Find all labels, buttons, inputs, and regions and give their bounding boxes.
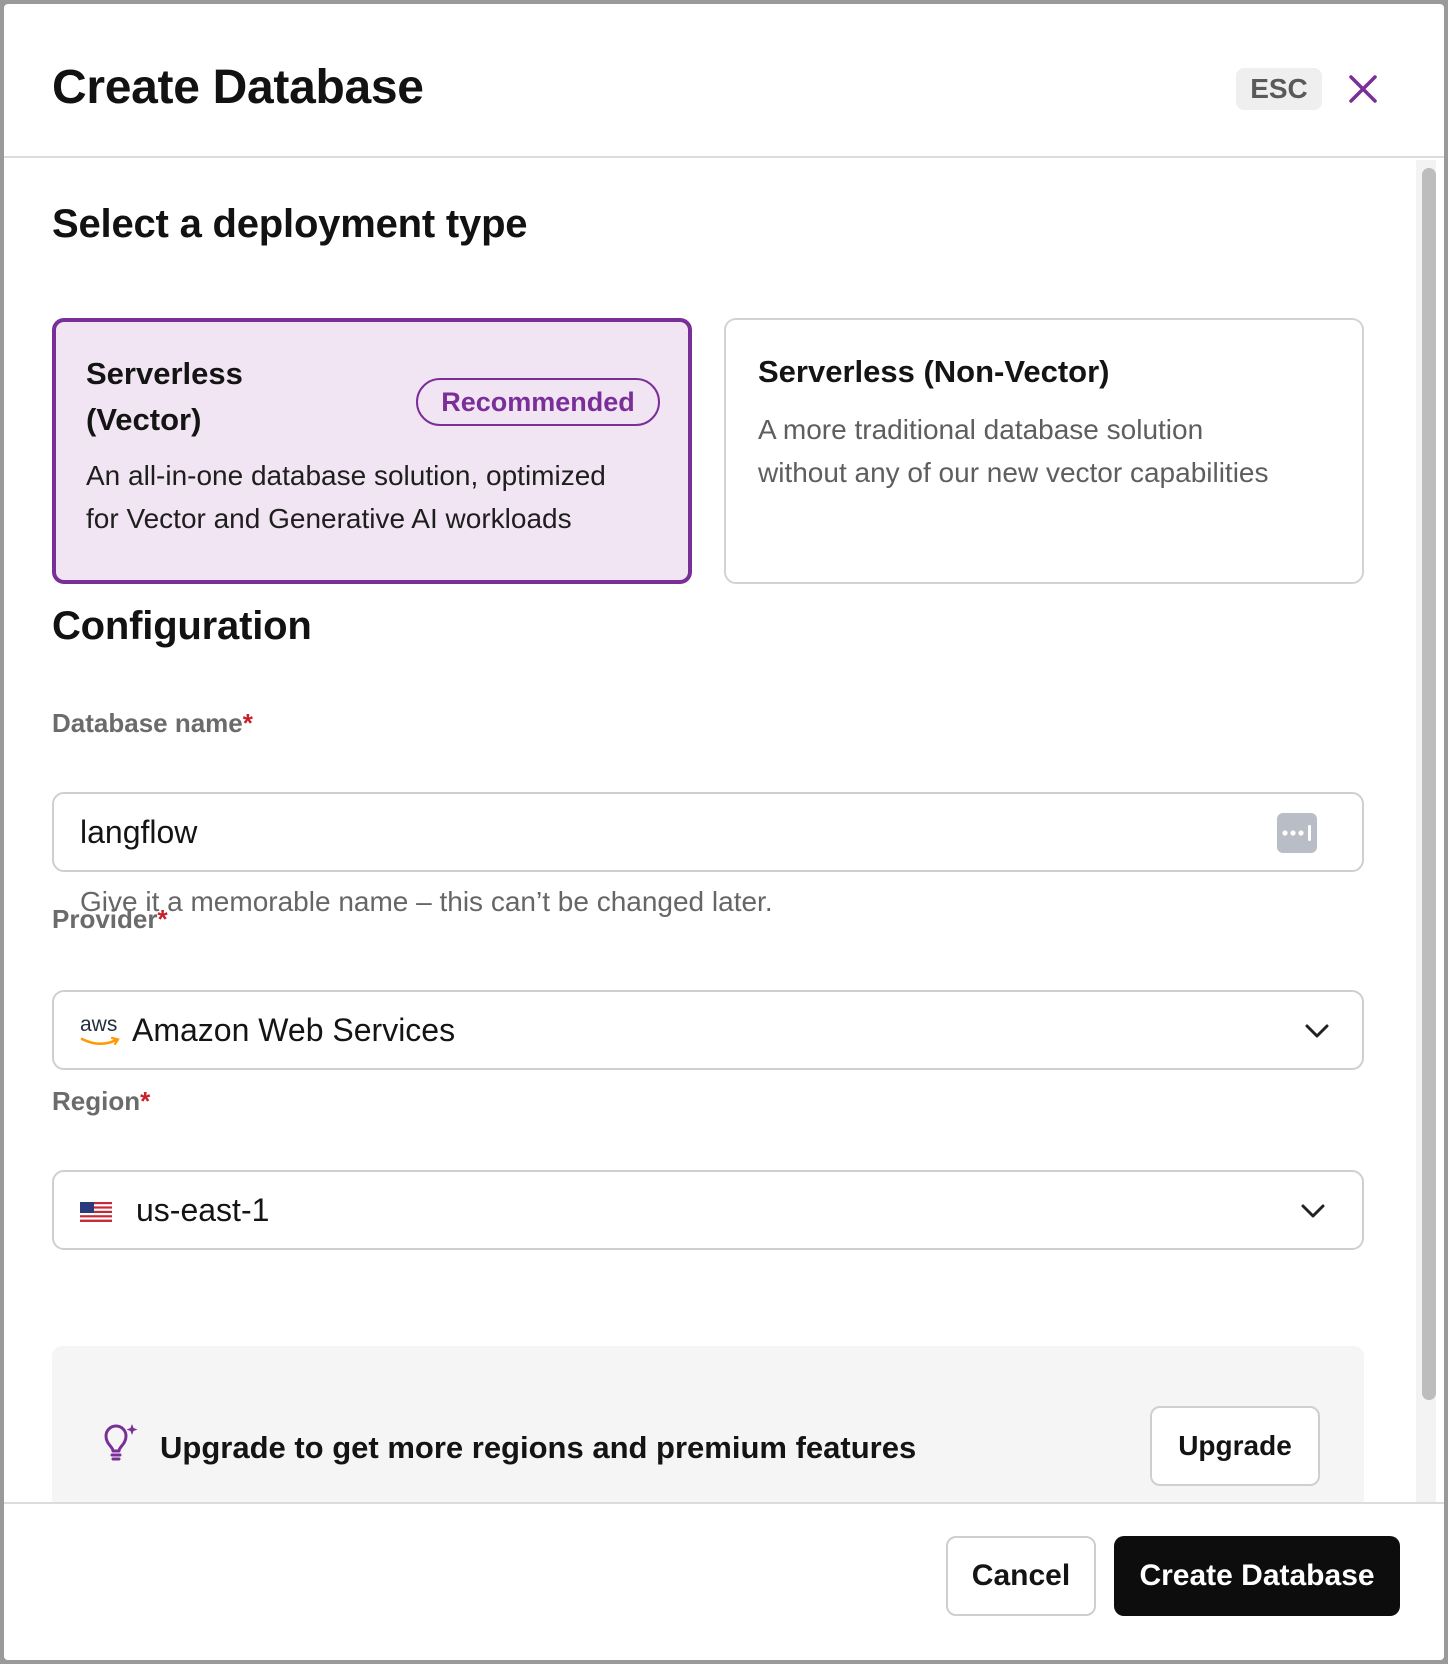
- provider-label: Provider*: [52, 904, 168, 935]
- required-asterisk: *: [242, 708, 253, 738]
- aws-logo: aws: [80, 1014, 122, 1050]
- modal-body[interactable]: Select a deployment type Serverless (Vec…: [4, 160, 1444, 1502]
- upgrade-button[interactable]: Upgrade: [1150, 1406, 1320, 1486]
- required-asterisk: *: [157, 904, 168, 934]
- card-title-line2: (Vector): [86, 402, 202, 437]
- card-description-line2: without any of our new vector capabiliti…: [758, 457, 1269, 488]
- us-flag-icon: [80, 1202, 112, 1222]
- chevron-down-icon: [1305, 1024, 1329, 1038]
- database-name-input[interactable]: langflow: [52, 792, 1364, 872]
- label-text: Provider: [52, 904, 158, 934]
- region-label: Region*: [52, 1086, 150, 1117]
- card-title: Serverless (Non-Vector): [758, 354, 1110, 389]
- modal-title: Create Database: [52, 61, 424, 114]
- provider-value: Amazon Web Services: [132, 1012, 456, 1048]
- region-value: us-east-1: [136, 1192, 270, 1228]
- esc-shortcut-badge: ESC: [1236, 68, 1322, 110]
- aws-smile-icon: [80, 1036, 120, 1046]
- label-text: Database name: [52, 708, 243, 738]
- database-name-helper: Give it a memorable name – this can’t be…: [80, 886, 773, 917]
- lightbulb-sparkle-icon: [104, 1424, 138, 1461]
- region-select[interactable]: us-east-1: [52, 1170, 1364, 1250]
- card-title-line1: Serverless: [86, 356, 243, 391]
- card-description-line2: for Vector and Generative AI workloads: [86, 503, 572, 534]
- card-description-line1: An all-in-one database solution, optimiz…: [86, 460, 606, 491]
- modal-footer: Cancel Create Database: [4, 1502, 1444, 1660]
- deployment-option-serverless-vector[interactable]: Serverless (Vector) Recommended An all-i…: [52, 318, 692, 584]
- close-icon: [1349, 75, 1377, 103]
- cancel-button[interactable]: Cancel: [946, 1536, 1096, 1616]
- scrollbar-thumb[interactable]: [1422, 168, 1436, 1400]
- create-database-modal: Create Database ESC Select a deployment …: [4, 4, 1444, 1660]
- recommended-badge: Recommended: [416, 378, 660, 426]
- provider-select[interactable]: aws Amazon Web Services: [52, 990, 1364, 1070]
- deployment-option-serverless-non-vector[interactable]: Serverless (Non-Vector) A more tradition…: [724, 318, 1364, 584]
- upgrade-banner: Upgrade to get more regions and premium …: [52, 1346, 1364, 1502]
- database-name-label: Database name*: [52, 708, 253, 739]
- configuration-heading: Configuration: [52, 604, 312, 648]
- upgrade-message: Upgrade to get more regions and premium …: [160, 1430, 917, 1465]
- create-database-button[interactable]: Create Database: [1114, 1536, 1400, 1616]
- close-button[interactable]: [1340, 66, 1386, 112]
- required-asterisk: *: [140, 1086, 151, 1116]
- password-manager-icon[interactable]: [1276, 812, 1318, 854]
- deployment-type-heading: Select a deployment type: [52, 202, 528, 246]
- card-description-line1: A more traditional database solution: [758, 414, 1204, 445]
- chevron-down-icon: [1301, 1204, 1325, 1218]
- aws-logo-text: aws: [80, 1013, 118, 1036]
- database-name-value: langflow: [80, 814, 198, 850]
- label-text: Region: [52, 1086, 141, 1116]
- modal-header: Create Database ESC: [4, 4, 1444, 158]
